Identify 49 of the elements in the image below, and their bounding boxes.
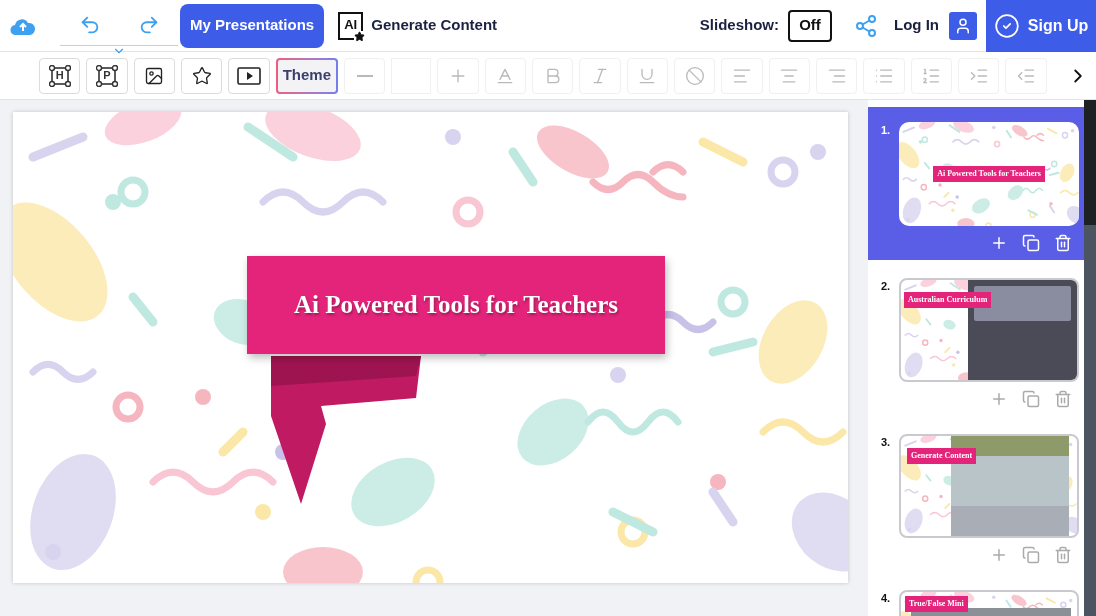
slide-list-item[interactable]: 1. Ai Powered Tools for Teachers	[868, 107, 1084, 260]
add-slide-icon[interactable]	[990, 546, 1008, 564]
video-button[interactable]	[228, 57, 270, 94]
slideshow-label: Slideshow:	[699, 15, 779, 36]
slide-number: 1.	[881, 123, 892, 138]
image-button[interactable]	[133, 57, 175, 94]
slide-number: 4.	[881, 591, 892, 606]
slide-thumbnail[interactable]: Ai Powered Tools for Teachers	[899, 122, 1079, 226]
slide-title: Ai Powered Tools for Teachers	[293, 290, 619, 321]
duplicate-icon[interactable]	[1022, 390, 1040, 408]
share-icon[interactable]	[854, 13, 878, 38]
slide-thumbnail[interactable]: Australian Curriculum	[899, 278, 1079, 382]
ai-icon: AI	[338, 11, 364, 40]
paragraph-frame-icon: P	[96, 64, 118, 87]
delete-icon[interactable]	[1054, 546, 1072, 564]
add-slide-icon[interactable]	[990, 234, 1008, 252]
user-icon	[954, 16, 972, 35]
clear-format-icon	[684, 65, 705, 86]
thumbnail-title: Australian Curriculum	[904, 292, 992, 308]
check-circle-icon	[993, 12, 1020, 39]
duplicate-icon[interactable]	[1022, 234, 1040, 252]
log-in-button[interactable]: Log In	[894, 14, 939, 37]
minus-icon	[356, 74, 373, 77]
play-icon	[236, 65, 261, 86]
thumbnail-title: True/False Mini	[905, 596, 968, 612]
slide-number: 2.	[881, 279, 892, 294]
slide-number: 3.	[881, 435, 892, 450]
sign-up-button[interactable]: Sign Up	[986, 0, 1096, 52]
slide-thumbnail[interactable]: True/False Mini	[899, 590, 1079, 616]
heading-box-button[interactable]: H	[39, 57, 81, 94]
star-button[interactable]	[181, 57, 223, 94]
paragraph-box-button[interactable]: P	[86, 57, 128, 94]
scrollbar[interactable]	[1084, 100, 1096, 616]
add-slide-icon[interactable]	[990, 390, 1008, 408]
theme-button[interactable]: Theme	[275, 57, 338, 94]
image-icon	[144, 65, 165, 86]
my-presentations-button[interactable]: My Presentations	[180, 3, 325, 48]
heading-frame-icon: H	[48, 64, 71, 87]
account-button[interactable]	[949, 11, 977, 40]
thumbnail-title: Generate Content	[907, 448, 977, 464]
delete-icon[interactable]	[1054, 390, 1072, 408]
generate-content-button[interactable]: AI Generate Content	[338, 11, 498, 40]
delete-icon[interactable]	[1054, 234, 1072, 252]
star-icon	[354, 30, 366, 42]
duplicate-icon[interactable]	[1022, 546, 1040, 564]
thumbnail-title: Ai Powered Tools for Teachers	[933, 166, 1045, 182]
slideshow-toggle[interactable]: Off	[788, 9, 832, 42]
star-icon	[191, 65, 212, 86]
slide-thumbnail[interactable]: Generate Content	[899, 434, 1079, 538]
